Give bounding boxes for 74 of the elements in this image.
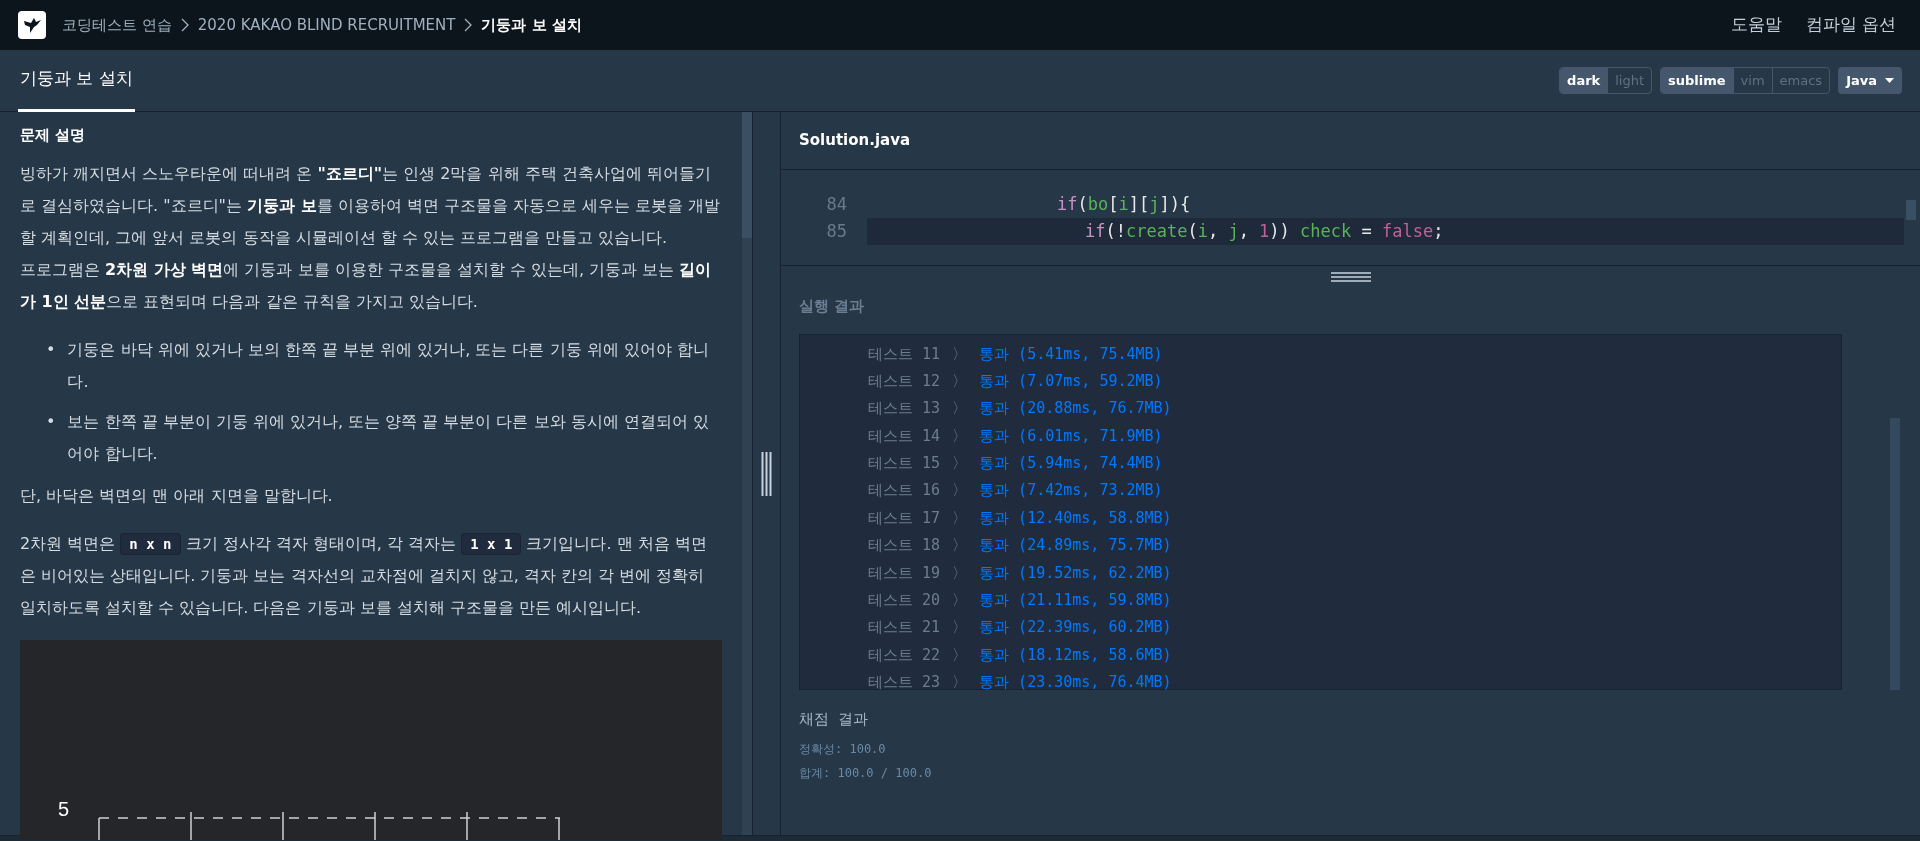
- chevron-icon: 〉: [952, 504, 968, 533]
- paragraph: 프로그램은 2차원 가상 벽면에 기둥과 보를 이용한 구조물을 설치할 수 있는데, 기둥과 보는 길이가 1인 선분으로 표현되며 다음과 같은 규칙을 가지고 있습니다.: [20, 259, 713, 313]
- test-result: 통과 (22.39ms, 60.2MB): [979, 617, 1172, 639]
- section-heading: 문제 설명: [20, 126, 87, 144]
- chevron-icon: 〉: [952, 559, 968, 587]
- score-text: 정확성: 100.0: [799, 741, 887, 758]
- test-label: 테스트 14: [868, 425, 941, 447]
- test-label: 테스트 15: [868, 453, 941, 475]
- test-label: 테스트 11: [868, 343, 941, 365]
- test-result: 통과 (21.11ms, 59.8MB): [979, 590, 1172, 611]
- breadcrumb-link[interactable]: 코딩테스트 연습: [62, 13, 172, 37]
- test-result: 통과 (19.52ms, 62.2MB): [979, 562, 1172, 584]
- logo-icon[interactable]: [18, 11, 46, 39]
- chevron-icon: 〉: [952, 395, 968, 423]
- nav-link[interactable]: 도움말: [1730, 12, 1782, 38]
- chevron-icon: 〉: [952, 450, 968, 478]
- scrollbar[interactable]: [1906, 200, 1916, 220]
- scrollbar[interactable]: [742, 112, 752, 835]
- code-line: if(bo[i][j]){: [1056, 192, 1192, 216]
- chevron-icon: 〉: [952, 422, 968, 451]
- inline-code: 1 x 1: [461, 533, 522, 555]
- chevron-icon: 〉: [952, 669, 968, 697]
- test-label: 테스트 22: [868, 644, 941, 666]
- axis-label: 5: [58, 798, 70, 820]
- section-heading: 실행 결과: [799, 297, 865, 315]
- list-item: 기둥은 바닥 위에 있거나 보의 한쪽 끝 부분 위에 있거나, 또는 다른 기둥 위에 있어야 합니다.: [67, 339, 710, 393]
- test-result: 통과 (24.89ms, 75.7MB): [979, 535, 1172, 557]
- test-label: 테스트 13: [868, 398, 941, 420]
- breadcrumb-link[interactable]: 2020 KAKAO BLIND RECRUITMENT: [197, 13, 456, 37]
- toggle-option[interactable]: dark: [1560, 67, 1608, 94]
- paragraph: 2차원 벽면은 n x n 크기 정사각 격자 형태이며, 각 격자는 1 x 1 크기입니다. 맨 처음 벽면은 비어있는 상태입니다. 기둥과 보는 격자선의 교차점에 걸치지 않고, 격자 칸의 각 변에 정확히 일치하도록 설치할 수 있습니다. 다음은 기둥과 보를 설치해 구조물을 만든 예시입니다.: [20, 532, 708, 619]
- test-result: 통과 (7.42ms, 73.2MB): [979, 480, 1163, 502]
- line-number: 84: [825, 192, 848, 216]
- test-result: 통과 (5.41ms, 75.4MB): [979, 343, 1163, 365]
- paragraph: 빙하가 깨지면서 스노우타운에 떠내려 온 "죠르디"는 인생 2막을 위해 주택 건축사업에 뛰어들기로 결심하였습니다. "죠르디"는 기둥과 보를 이용하여 벽면 구조물을 자동으로 세우는 로봇을 개발할 계획인데, 그에 앞서 로봇의 동작을 시뮬레이션 할 수 있는 프로그램을 만들고 있습니다.: [20, 163, 722, 249]
- chevron-icon: 〉: [952, 587, 968, 615]
- chevron-icon: 〉: [952, 532, 968, 560]
- chevron-icon: 〉: [952, 340, 968, 368]
- list-item: 보는 한쪽 끝 부분이 기둥 위에 있거나, 또는 양쪽 끝 부분이 다른 보와 동시에 연결되어 있어야 합니다.: [67, 411, 710, 465]
- score-text: 합계: 100.0 / 100.0: [799, 765, 933, 782]
- paragraph: 단, 바닥은 벽면의 맨 아래 지면을 말합니다.: [20, 485, 334, 507]
- test-result: 통과 (7.07ms, 59.2MB): [979, 370, 1163, 392]
- test-label: 테스트 23: [868, 672, 941, 694]
- nav-link[interactable]: 컴파일 옵션: [1805, 12, 1896, 38]
- chevron-icon: 〉: [952, 477, 968, 505]
- chevron-icon: 〉: [952, 614, 968, 642]
- test-label: 테스트 20: [868, 590, 941, 611]
- test-result: 통과 (20.88ms, 76.7MB): [979, 398, 1172, 420]
- language-dropdown[interactable]: Java: [1838, 66, 1902, 95]
- bullet-icon: •: [46, 406, 56, 470]
- test-label: 테스트 18: [868, 535, 941, 557]
- chevron-icon: 〉: [952, 367, 968, 396]
- line-number: 85: [825, 219, 848, 243]
- bullet-icon: •: [46, 334, 56, 398]
- resize-handle-icon[interactable]: [761, 451, 772, 496]
- chevron-icon: [463, 18, 474, 32]
- section-heading: 채점 결과: [799, 708, 870, 730]
- resize-handle-icon[interactable]: [1330, 271, 1371, 282]
- caret-icon: [1885, 78, 1894, 83]
- test-label: 테스트 19: [868, 562, 941, 584]
- test-result: 통과 (12.40ms, 58.8MB): [979, 507, 1172, 529]
- test-result: 통과 (6.01ms, 71.9MB): [979, 425, 1163, 447]
- test-label: 테스트 12: [868, 370, 941, 392]
- chevron-icon: [179, 18, 190, 32]
- test-label: 테스트 16: [868, 480, 941, 502]
- test-label: 테스트 21: [868, 617, 941, 639]
- file-name: Solution.java: [799, 130, 911, 152]
- test-result: 통과 (5.94ms, 74.4MB): [979, 453, 1163, 475]
- inline-code: n x n: [120, 533, 181, 555]
- test-label: 테스트 17: [868, 507, 941, 529]
- chevron-icon: 〉: [952, 641, 968, 670]
- toggle-option[interactable]: sublime: [1661, 67, 1733, 94]
- test-result: 통과 (23.30ms, 76.4MB): [979, 672, 1172, 694]
- test-result: 통과 (18.12ms, 58.6MB): [979, 644, 1172, 666]
